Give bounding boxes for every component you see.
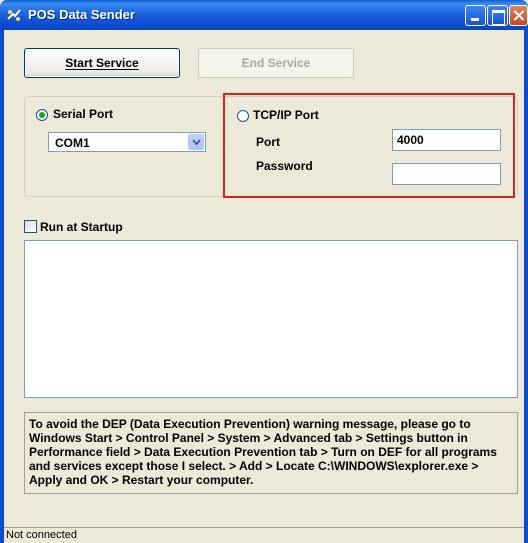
- serial-port-radio[interactable]: [36, 109, 48, 121]
- serial-port-label: Serial Port: [53, 107, 114, 121]
- window-frame-right: [524, 30, 528, 543]
- dep-info-box: To avoid the DEP (Data Execution Prevent…: [24, 412, 518, 494]
- com-port-value: COM1: [55, 136, 90, 150]
- app-icon: [6, 7, 22, 23]
- end-service-label: End Service: [241, 56, 311, 70]
- port-input[interactable]: [393, 130, 500, 150]
- close-button[interactable]: [509, 5, 528, 26]
- status-bar: Not connected: [4, 527, 524, 543]
- window-frame-left: [0, 30, 4, 543]
- dep-info-text: To avoid the DEP (Data Execution Prevent…: [29, 417, 497, 487]
- chevron-down-icon[interactable]: [188, 134, 204, 150]
- title-bar[interactable]: POS Data Sender: [0, 0, 528, 30]
- password-input[interactable]: [393, 164, 500, 184]
- password-field[interactable]: [392, 163, 501, 185]
- tcp-ip-port-label: TCP/IP Port: [253, 108, 319, 122]
- port-label: Port: [256, 135, 280, 149]
- end-service-button[interactable]: End Service: [198, 48, 354, 78]
- status-text: Not connected: [6, 529, 77, 541]
- run-at-startup-label: Run at Startup: [40, 220, 123, 234]
- password-label: Password: [256, 159, 313, 173]
- run-at-startup-checkbox[interactable]: [24, 220, 37, 233]
- window-title: POS Data Sender: [28, 7, 135, 22]
- minimize-button[interactable]: [465, 5, 486, 26]
- start-service-button[interactable]: Start Service: [24, 48, 180, 78]
- com-port-select[interactable]: COM1: [48, 132, 206, 152]
- port-field[interactable]: [392, 129, 501, 151]
- start-service-label: Start Service: [65, 56, 139, 70]
- maximize-button[interactable]: [487, 5, 508, 26]
- tcp-ip-port-radio[interactable]: [237, 110, 249, 122]
- log-textarea[interactable]: [24, 240, 518, 398]
